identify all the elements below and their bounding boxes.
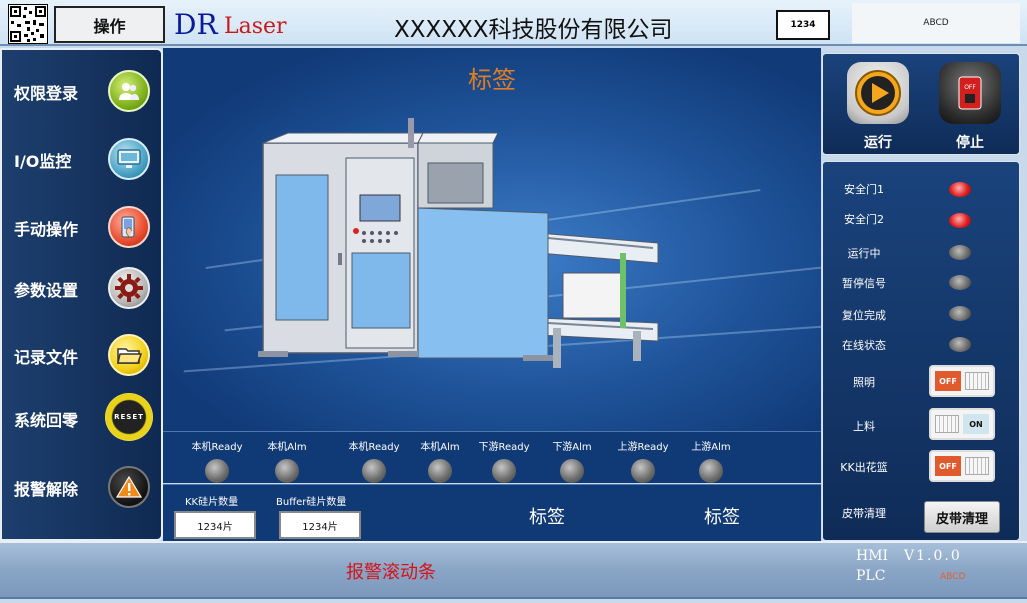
lighting-toggle[interactable]: OFF (929, 365, 995, 397)
alarm-scroll-text: 报警滚动条 (346, 562, 436, 583)
hand-icon (108, 206, 150, 248)
play-icon (855, 70, 901, 116)
sidebar-item-label: 手动操作 (14, 220, 79, 239)
stop-icon: OFF (958, 76, 982, 110)
gear-icon (108, 267, 150, 309)
company-name: XXXXXX科技股份有限公司 (394, 17, 673, 43)
top-bar: 操作 DR Laser XXXXXX科技股份有限公司 1234 ABCD (0, 0, 1027, 46)
hmi-label: HMI (856, 548, 889, 564)
page-title: 标签 (468, 66, 516, 94)
sidebar-item-settings[interactable]: 参数设置 (2, 263, 162, 313)
status-lamp (205, 459, 229, 483)
safety-door-1-lamp (949, 182, 971, 197)
toggle-state: OFF (935, 456, 961, 476)
reset-icon: RESET (105, 393, 153, 441)
status-signal: 本机Alm (247, 438, 327, 483)
run-button[interactable] (847, 62, 909, 124)
alarm-bar: 报警滚动条 HMI V1.0.0 PLC ABCD (0, 541, 1027, 599)
status-lamp (631, 459, 655, 483)
sidebar-item-label: 参数设置 (14, 281, 79, 300)
status-signal-label: 本机Alm (267, 442, 307, 453)
loading-toggle[interactable]: ON (929, 408, 995, 440)
toggle-grip-icon (965, 372, 989, 390)
tag-label-2: 标签 (704, 507, 740, 528)
belt-clean-button[interactable]: 皮带清理 (924, 501, 1000, 533)
status-signal: 本机Ready (177, 438, 257, 483)
signal-label: 在线状态 (842, 339, 886, 352)
status-signal: 下游Alm (532, 438, 612, 483)
sidebar-item-io-monitor[interactable]: I/O监控 (2, 134, 162, 184)
warning-icon (108, 466, 150, 508)
status-signal-label: 下游Alm (552, 442, 592, 453)
tag-label-1: 标签 (529, 507, 565, 528)
status-signal-label: 本机Ready (191, 442, 243, 453)
id-box: 1234 (776, 10, 830, 40)
toggle-label: 照明 (853, 376, 875, 389)
stop-icon-text: OFF (964, 84, 976, 91)
signal-label: 安全门1 (844, 183, 884, 196)
status-signal-row: 本机Ready 本机Alm 本机Ready 本机Alm 下游Ready 下游Al… (163, 431, 821, 483)
status-lamp (699, 459, 723, 483)
top-right-value: ABCD (852, 3, 1020, 43)
sidebar-item-label: 权限登录 (14, 84, 79, 103)
status-lamp (492, 459, 516, 483)
sidebar-item-label: 报警解除 (14, 480, 79, 499)
counts-row: KK硅片数量 1234片 Buffer硅片数量 1234片 标签 标签 (163, 484, 821, 541)
toggle-state: OFF (935, 371, 961, 391)
stop-button[interactable]: OFF (939, 62, 1001, 124)
sidebar-item-alarm-clear[interactable]: 报警解除 (2, 462, 162, 512)
status-signal-label: 上游Alm (691, 442, 731, 453)
sidebar-item-label: 系统回零 (14, 411, 79, 430)
operate-button[interactable]: 操作 (54, 6, 165, 43)
hmi-version: V1.0.0 (904, 548, 962, 564)
signal-label: 暂停信号 (842, 277, 886, 290)
stop-label: 停止 (956, 135, 984, 151)
status-lamp (275, 459, 299, 483)
safety-door-2-lamp (949, 213, 971, 228)
sidebar-item-manual[interactable]: 手动操作 (2, 202, 162, 252)
signal-label: 复位完成 (842, 309, 886, 322)
buffer-count-label: Buffer硅片数量 (276, 497, 347, 508)
sidebar: 权限登录 I/O监控 手动操作 参数设置 记录文件 系统回零 RESET 报警解… (0, 48, 163, 541)
sidebar-item-homing[interactable]: 系统回零 RESET (2, 393, 162, 443)
plc-value: ABCD (940, 572, 966, 582)
plc-label: PLC (856, 568, 886, 584)
status-lamp (362, 459, 386, 483)
online-lamp (949, 337, 971, 352)
signal-label: 安全门2 (844, 213, 884, 226)
kk-count-field[interactable]: 1234片 (174, 511, 256, 539)
folder-icon (108, 334, 150, 376)
brand-laser: Laser (224, 14, 287, 39)
buffer-count-field[interactable]: 1234片 (279, 511, 361, 539)
toggle-grip-icon (965, 457, 989, 475)
signal-panel: 安全门1 安全门2 运行中 暂停信号 复位完成 在线状态 照明 OFF 上料 O… (822, 161, 1020, 541)
sidebar-item-login[interactable]: 权限登录 (2, 66, 162, 116)
status-signal: 上游Alm (671, 438, 751, 483)
pause-lamp (949, 275, 971, 290)
kk-count-label: KK硅片数量 (185, 497, 239, 508)
status-lamp (560, 459, 584, 483)
belt-clean-label: 皮带清理 (842, 507, 886, 520)
machine-illustration (258, 118, 659, 368)
monitor-icon (108, 138, 150, 180)
sidebar-item-records[interactable]: 记录文件 (2, 330, 162, 380)
toggle-grip-icon (935, 415, 959, 433)
run-control-panel: 运行 OFF 停止 (822, 53, 1020, 155)
toggle-label: 上料 (853, 420, 875, 433)
main-view: 标签 (163, 48, 821, 431)
qr-code-icon (8, 4, 48, 44)
sidebar-item-label: 记录文件 (14, 348, 79, 367)
reset-icon-text: RESET (114, 413, 144, 421)
kk-basket-out-toggle[interactable]: OFF (929, 450, 995, 482)
reset-done-lamp (949, 306, 971, 321)
sidebar-item-label: I/O监控 (14, 152, 72, 171)
toggle-state: ON (963, 414, 989, 434)
running-lamp (949, 245, 971, 260)
brand-dr: DR (174, 8, 218, 41)
signal-label: 运行中 (847, 247, 881, 260)
toggle-label: KK出花篮 (840, 461, 888, 474)
run-label: 运行 (864, 135, 892, 151)
status-lamp (428, 459, 452, 483)
users-icon (108, 70, 150, 112)
